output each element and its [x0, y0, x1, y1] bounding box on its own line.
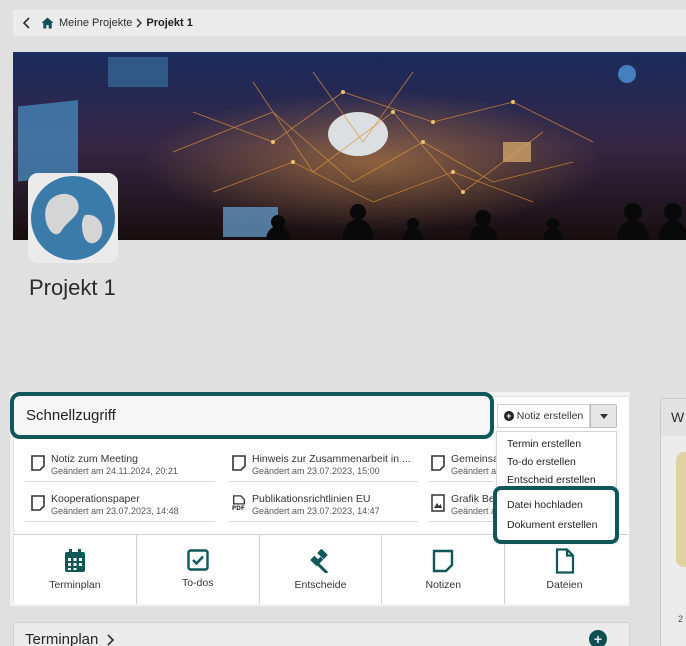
- quick-access-title: Schnellzugriff: [26, 407, 116, 424]
- project-title: Projekt 1: [29, 275, 116, 300]
- pdf-icon: PDF: [232, 495, 245, 512]
- file-icon: [555, 548, 574, 574]
- recent-item[interactable]: Gemeinsa Geändert a: [430, 453, 499, 477]
- divider: [228, 521, 418, 522]
- divider: [25, 521, 215, 522]
- recent-item[interactable]: Kooperationspaper Geändert am 23.07.2023…: [30, 493, 179, 517]
- tile-label: To-dos: [181, 577, 214, 589]
- divider: [428, 481, 493, 482]
- note-icon: [431, 455, 445, 471]
- create-note-label: Notiz erstellen: [516, 410, 584, 422]
- checkbox-icon: [186, 549, 209, 571]
- recent-item-title: Kooperationspaper: [51, 493, 140, 505]
- tour-overlay: [0, 392, 10, 646]
- tile-label: Entscheide: [294, 579, 347, 591]
- recent-item-subtitle: Geändert am 23.07.2023, 14:48: [51, 506, 179, 516]
- divider: [228, 481, 418, 482]
- menu-item-entscheid-erstellen[interactable]: Entscheid erstellen: [507, 474, 596, 486]
- tile-todos[interactable]: To-dos: [136, 535, 260, 604]
- note-icon: [232, 455, 246, 471]
- recent-item-title: Grafik Be: [451, 493, 495, 505]
- breadcrumb-separator: [135, 17, 143, 29]
- schedule-title[interactable]: Terminplan: [25, 631, 115, 646]
- plus-circle-icon: +: [503, 411, 514, 421]
- recent-item-subtitle: Geändert am 24.11.2024, 20:21: [51, 466, 178, 476]
- tile-label: Terminplan: [49, 579, 101, 591]
- recent-item[interactable]: Notiz zum Meeting Geändert am 24.11.2024…: [30, 453, 178, 477]
- chevron-left-icon: [22, 17, 30, 29]
- menu-highlight-frame: [493, 486, 619, 544]
- recent-item-subtitle: Geändert a: [451, 466, 497, 476]
- side-card-number: 2: [678, 614, 684, 624]
- gavel-icon: [310, 549, 329, 573]
- add-appointment-button[interactable]: +: [589, 630, 607, 646]
- tile-terminplan[interactable]: Terminplan: [14, 535, 137, 604]
- menu-item-todo-erstellen[interactable]: To-do erstellen: [507, 456, 576, 468]
- divider: [428, 521, 493, 522]
- chevron-right-icon: [106, 634, 114, 646]
- quick-access-header: Schnellzugriff: [10, 392, 494, 439]
- back-button[interactable]: [13, 17, 41, 29]
- caret-down-icon: [599, 413, 608, 419]
- divider: [25, 481, 215, 482]
- schedule-title-label: Terminplan: [25, 631, 99, 646]
- breadcrumb-link-projects[interactable]: Meine Projekte: [59, 17, 132, 29]
- svg-text:PDF: PDF: [232, 506, 245, 512]
- tile-entscheide[interactable]: Entscheide: [259, 535, 383, 604]
- image-icon: [431, 494, 445, 512]
- menu-item-termin-erstellen[interactable]: Termin erstellen: [507, 438, 581, 450]
- note-icon: [433, 549, 454, 573]
- recent-item[interactable]: Hinweis zur Zusammenarbeit in ... Geände…: [231, 453, 411, 477]
- tile-label: Dateien: [546, 579, 583, 591]
- recent-item-subtitle: Geändert am 23.07.2023, 15:00: [252, 466, 380, 476]
- calendar-icon: [64, 549, 85, 572]
- recent-item-title: Hinweis zur Zusammenarbeit in ...: [252, 453, 411, 465]
- note-icon: [31, 455, 45, 471]
- document-icon: [31, 495, 45, 511]
- recent-item-title: Notiz zum Meeting: [51, 453, 138, 465]
- recent-item-subtitle: Geändert am 23.07.2023, 14:47: [252, 506, 380, 516]
- breadcrumb-current: Projekt 1: [146, 17, 193, 29]
- side-card-title: W: [661, 399, 686, 436]
- create-note-button[interactable]: + Notiz erstellen: [497, 404, 590, 428]
- side-card-preview: [676, 452, 686, 567]
- recent-item-title: Gemeinsa: [451, 453, 499, 465]
- create-menu-toggle[interactable]: [590, 404, 617, 428]
- home-icon[interactable]: [41, 17, 54, 29]
- breadcrumb: Meine Projekte Projekt 1: [13, 10, 686, 36]
- globe-icon: [31, 176, 115, 260]
- recent-item-title: Publikationsrichtlinien EU: [252, 493, 371, 505]
- recent-item[interactable]: Grafik Be Geändert a: [430, 493, 496, 517]
- project-avatar: [28, 173, 118, 263]
- tile-notizen[interactable]: Notizen: [382, 535, 506, 604]
- recent-item-subtitle: Geändert a: [451, 506, 497, 516]
- recent-item[interactable]: PDF Publikationsrichtlinien EU Geändert …: [231, 493, 380, 517]
- tile-label: Notizen: [425, 579, 462, 591]
- tile-dateien[interactable]: Dateien: [506, 545, 623, 604]
